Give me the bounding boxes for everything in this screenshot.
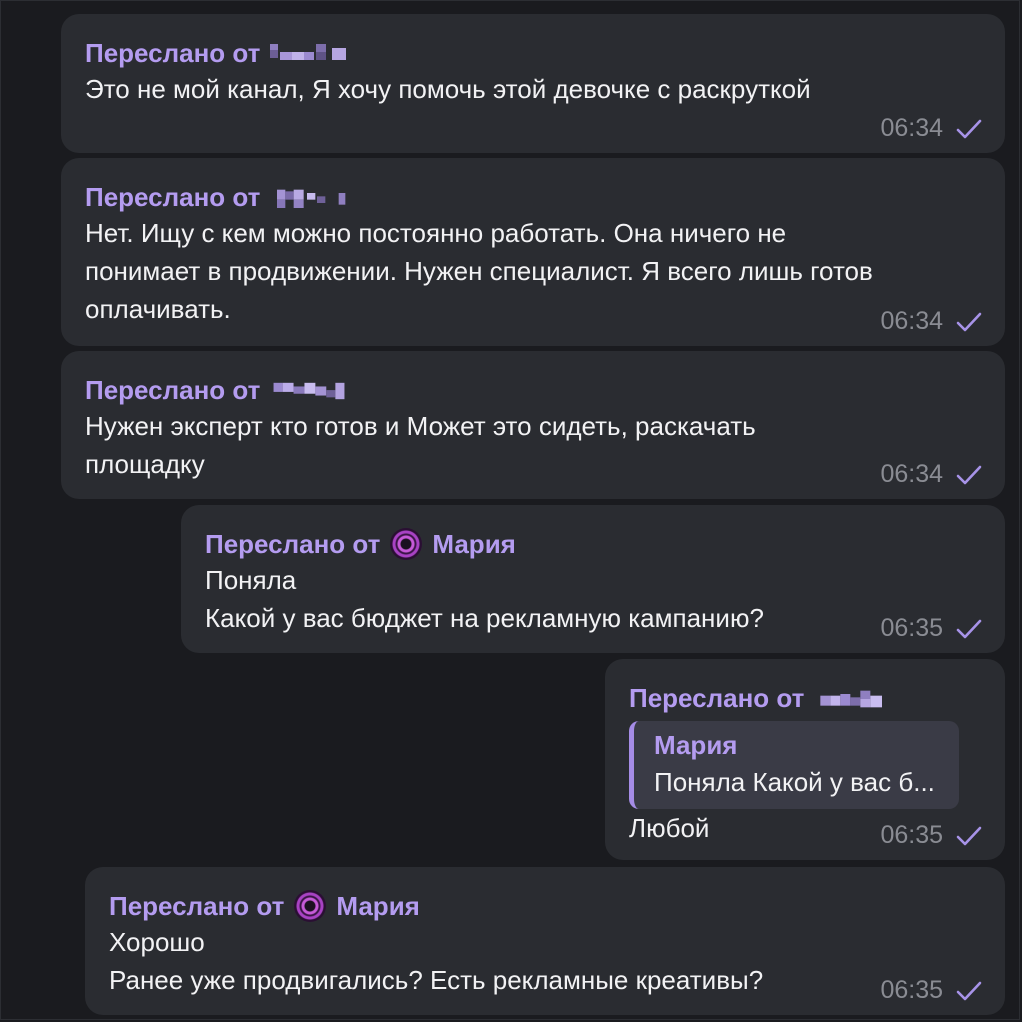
message-meta: 06:34 <box>880 460 983 489</box>
forward-header[interactable]: Переслано от <box>85 373 981 407</box>
message-meta: 06:35 <box>880 614 983 643</box>
message-meta: 06:34 <box>880 114 983 143</box>
forward-label: Переслано от <box>629 683 805 713</box>
message-bubble[interactable]: Переслано от Мария Хорошо Ранее уже прод… <box>85 867 1005 1015</box>
check-icon <box>955 311 983 333</box>
quote-text: Поняла Какой у вас б... <box>654 767 935 797</box>
forward-header[interactable]: Переслано от <box>85 180 981 214</box>
forward-header[interactable]: Переслано от <box>85 36 981 70</box>
message-text: Хорошо Ранее уже продвигались? Есть рекл… <box>109 927 764 995</box>
check-icon <box>955 980 983 1002</box>
message-time: 06:34 <box>880 114 943 142</box>
message-meta: 06:35 <box>880 976 983 1005</box>
pixelated-name <box>270 44 347 60</box>
forward-header[interactable]: Переслано от Мария <box>109 889 981 923</box>
forward-label: Переслано от <box>205 529 381 559</box>
forward-from-name[interactable]: Мария <box>432 527 515 561</box>
quote-author: Мария <box>654 730 738 760</box>
message-bubble[interactable]: Переслано от Это не мой канал, Я хочу по… <box>61 14 1005 153</box>
check-icon <box>955 618 983 640</box>
message-text: Нет. Ищу с кем можно постоянно работать.… <box>85 218 873 324</box>
check-icon <box>955 464 983 486</box>
message-text: Поняла Какой у вас бюджет на рекламную к… <box>205 565 764 633</box>
reply-quote[interactable]: Мария Поняла Какой у вас б... <box>629 721 959 809</box>
message-time: 06:35 <box>880 976 943 1004</box>
forward-label: Переслано от <box>85 375 261 405</box>
message-meta: 06:35 <box>880 821 983 850</box>
pixelated-name <box>273 382 345 400</box>
message-text: Это не мой канал, Я хочу помочь этой дев… <box>85 74 811 104</box>
message-time: 06:34 <box>880 307 943 335</box>
pixelated-name <box>277 189 346 208</box>
spiral-avatar-icon <box>294 890 327 922</box>
message-time: 06:35 <box>880 821 943 849</box>
forward-from-name[interactable]: Мария <box>336 889 419 923</box>
message-time: 06:35 <box>880 614 943 642</box>
forward-label: Переслано от <box>85 38 261 68</box>
forward-label: Переслано от <box>109 891 285 921</box>
forward-header[interactable]: Переслано от Мария <box>205 527 981 561</box>
check-icon <box>955 118 983 140</box>
message-bubble[interactable]: Переслано от Нет. Ищу с кем можно постоя… <box>61 158 1005 346</box>
check-icon <box>955 825 983 847</box>
pixelated-name <box>820 690 883 708</box>
message-bubble[interactable]: Переслано от Мария Поняла Какой у вас бю… <box>181 505 1005 653</box>
message-text: Нужен эксперт кто готов и Может это сиде… <box>85 411 756 479</box>
message-bubble[interactable]: Переслано от Мария Поняла Какой у вас б.… <box>605 659 1005 860</box>
forward-label: Переслано от <box>85 182 261 212</box>
spiral-avatar-icon <box>390 528 423 560</box>
forward-header[interactable]: Переслано от <box>629 681 981 715</box>
message-bubble[interactable]: Переслано от Нужен эксперт кто готов и М… <box>61 351 1005 499</box>
message-time: 06:34 <box>880 460 943 488</box>
message-meta: 06:34 <box>880 307 983 336</box>
